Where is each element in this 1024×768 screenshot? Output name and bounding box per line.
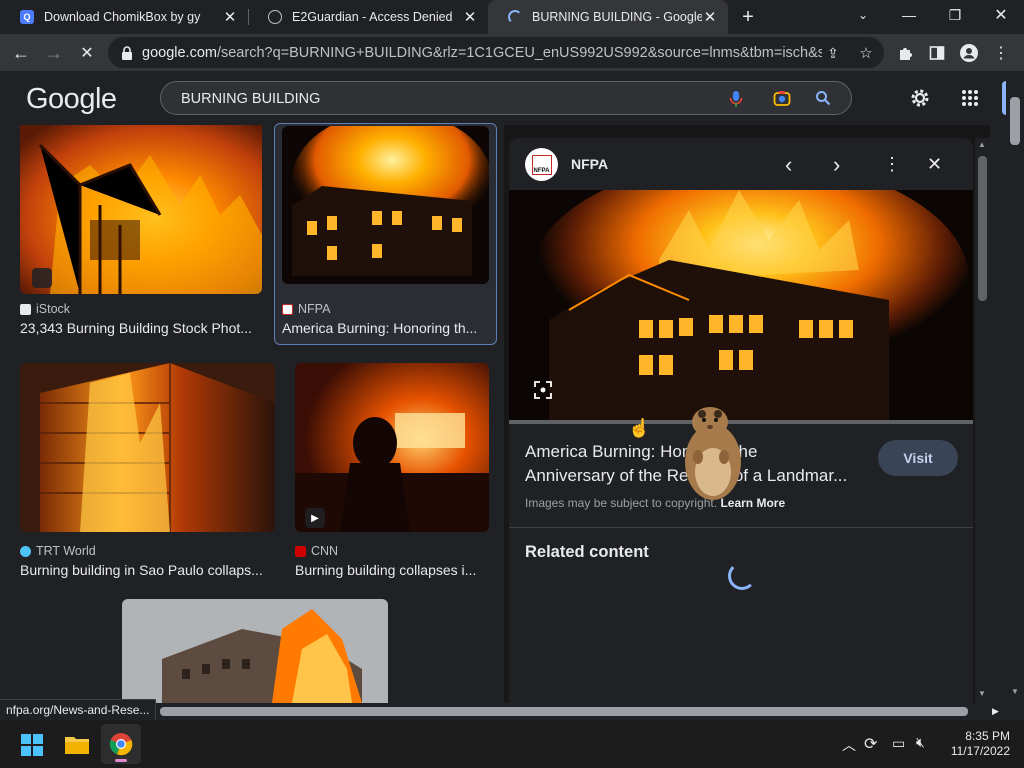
related-content-heading: Related content bbox=[525, 543, 649, 561]
result-source[interactable]: iStock bbox=[20, 302, 70, 316]
panel-source-name[interactable]: NFPA bbox=[571, 156, 608, 172]
globe-icon bbox=[268, 10, 282, 24]
nfpa-favicon bbox=[282, 303, 293, 315]
hamster-sticker-image bbox=[680, 402, 746, 502]
share-icon[interactable]: ⇪ bbox=[822, 42, 844, 64]
result-image-partial[interactable] bbox=[122, 599, 388, 703]
loading-spinner-icon bbox=[508, 10, 522, 24]
link-status-bubble: nfpa.org/News-and-Rese... bbox=[0, 699, 157, 721]
tab-chomikbox[interactable]: Q Download ChomikBox by gy ✕ bbox=[0, 0, 248, 34]
bookmark-star-icon[interactable]: ☆ bbox=[855, 42, 877, 64]
clock[interactable]: 8:35 PM 11/17/2022 bbox=[944, 729, 1010, 759]
tab-title: Download ChomikBox by gy bbox=[44, 10, 201, 24]
result-source[interactable]: TRT World bbox=[20, 544, 96, 558]
more-options-icon[interactable]: ⋮ bbox=[883, 154, 901, 175]
result-title[interactable]: America Burning: Honoring th... bbox=[282, 320, 482, 336]
previous-arrow-icon[interactable]: ‹ bbox=[785, 152, 792, 178]
windows-taskbar: ︿ ⟳ ▭ 🔇︎ 8:35 PM 11/17/2022 bbox=[0, 720, 1024, 768]
search-query[interactable]: BURNING BUILDING bbox=[181, 91, 320, 107]
preview-image[interactable] bbox=[509, 190, 973, 424]
result-image-nfpa[interactable] bbox=[282, 126, 489, 284]
tab-strip: Q Download ChomikBox by gy ✕ E2Guardian … bbox=[0, 0, 1024, 34]
visit-button[interactable]: Visit bbox=[878, 440, 958, 476]
result-title[interactable]: Burning building collapses i... bbox=[295, 562, 489, 578]
q-favicon: Q bbox=[20, 10, 34, 24]
google-apps-grid-icon[interactable] bbox=[961, 89, 979, 112]
restore-button[interactable]: ❐ bbox=[932, 0, 978, 30]
close-tab-icon[interactable]: ✕ bbox=[462, 8, 478, 26]
istock-favicon bbox=[20, 303, 31, 315]
result-title[interactable]: Burning building in Sao Paulo collaps... bbox=[20, 562, 275, 578]
image-overlay-icon bbox=[32, 268, 52, 288]
address-bar[interactable]: google.com/search?q=BURNING+BUILDING&rlz… bbox=[108, 37, 884, 68]
loading-spinner bbox=[728, 562, 756, 590]
forward-arrow-icon[interactable]: → bbox=[43, 42, 65, 64]
minimize-button[interactable]: — bbox=[886, 0, 932, 30]
scroll-down-arrow-icon[interactable]: ▼ bbox=[978, 689, 986, 698]
search-input[interactable]: BURNING BUILDING bbox=[160, 81, 852, 115]
scroll-right-arrow-icon[interactable]: ▶ bbox=[992, 706, 999, 717]
sync-status-icon[interactable]: ⟳ bbox=[864, 734, 877, 754]
stop-loading-icon[interactable]: ✕ bbox=[76, 42, 98, 64]
file-explorer-icon[interactable] bbox=[65, 734, 89, 759]
panel-divider bbox=[509, 527, 973, 528]
result-source[interactable]: CNN bbox=[295, 544, 338, 558]
trt-world-favicon bbox=[20, 545, 31, 557]
volume-muted-icon[interactable]: 🔇︎ bbox=[916, 734, 925, 751]
tab-title: E2Guardian - Access Denied bbox=[292, 10, 453, 24]
microphone-icon[interactable] bbox=[729, 90, 743, 113]
url-text[interactable]: google.com/search?q=BURNING+BUILDING&rlz… bbox=[142, 45, 822, 61]
google-logo[interactable]: Google bbox=[26, 83, 117, 116]
hand-cursor-icon: ☝ bbox=[628, 418, 651, 438]
new-tab-button[interactable]: + bbox=[732, 2, 764, 32]
lens-search-icon[interactable] bbox=[533, 380, 553, 400]
result-image-istock[interactable] bbox=[20, 125, 262, 294]
result-image-cnn[interactable]: ▶ bbox=[295, 363, 489, 532]
chrome-taskbar-icon[interactable] bbox=[101, 724, 141, 764]
back-arrow-icon[interactable]: ← bbox=[10, 42, 32, 64]
copyright-notice: Images may be subject to copyright. Lear… bbox=[525, 496, 786, 510]
panel-scrollbar[interactable]: ▲ ▼ bbox=[975, 138, 990, 703]
google-lens-icon[interactable] bbox=[773, 90, 791, 113]
settings-gear-icon[interactable] bbox=[909, 87, 931, 114]
browser-menu-icon[interactable]: ⋮ bbox=[990, 42, 1012, 64]
google-header: Google BURNING BUILDING bbox=[0, 71, 1024, 125]
browser-toolbar: ← → ✕ google.com/search?q=BURNING+BUILDI… bbox=[0, 34, 1024, 71]
result-source[interactable]: NFPA bbox=[282, 302, 330, 316]
tab-google-images[interactable]: BURNING BUILDING - Google Se ✕ bbox=[488, 0, 728, 34]
lock-icon[interactable] bbox=[116, 42, 138, 64]
network-icon[interactable]: ▭ bbox=[892, 735, 905, 752]
source-logo[interactable]: NFPA bbox=[525, 148, 558, 181]
panel-scrollbar-thumb[interactable] bbox=[978, 156, 987, 301]
clock-time: 8:35 PM bbox=[965, 729, 1010, 743]
page-vertical-scrollbar[interactable]: ▼ bbox=[1006, 71, 1024, 703]
page-scrollbar-thumb[interactable] bbox=[1010, 97, 1020, 145]
windows-start-icon[interactable] bbox=[21, 734, 43, 761]
tab-title: BURNING BUILDING - Google Se bbox=[532, 10, 702, 24]
clock-date: 11/17/2022 bbox=[950, 744, 1010, 758]
side-panel-icon[interactable] bbox=[926, 42, 948, 64]
next-arrow-icon[interactable]: › bbox=[833, 152, 840, 178]
close-tab-icon[interactable]: ✕ bbox=[702, 8, 718, 26]
close-tab-icon[interactable]: ✕ bbox=[222, 8, 238, 26]
close-panel-icon[interactable]: ✕ bbox=[927, 154, 942, 175]
profile-avatar-icon[interactable] bbox=[958, 42, 980, 64]
close-window-button[interactable]: ✕ bbox=[978, 0, 1024, 30]
tab-e2guardian[interactable]: E2Guardian - Access Denied ✕ bbox=[248, 0, 488, 34]
extensions-puzzle-icon[interactable] bbox=[895, 42, 917, 64]
tab-search-chevron-icon[interactable]: ⌄ bbox=[840, 0, 886, 30]
nfpa-logo-text: NFPA bbox=[531, 154, 552, 175]
video-play-icon: ▶ bbox=[305, 508, 325, 528]
cnn-favicon bbox=[295, 545, 306, 557]
scroll-up-arrow-icon[interactable]: ▲ bbox=[978, 140, 986, 149]
result-title[interactable]: 23,343 Burning Building Stock Phot... bbox=[20, 320, 262, 336]
result-image-trt-world[interactable] bbox=[20, 363, 275, 532]
search-icon[interactable] bbox=[815, 90, 831, 111]
page-scroll-down-icon[interactable]: ▼ bbox=[1011, 687, 1019, 696]
show-hidden-icons-chevron-icon[interactable]: ︿ bbox=[842, 735, 856, 755]
horizontal-scrollbar-thumb[interactable] bbox=[160, 707, 968, 716]
